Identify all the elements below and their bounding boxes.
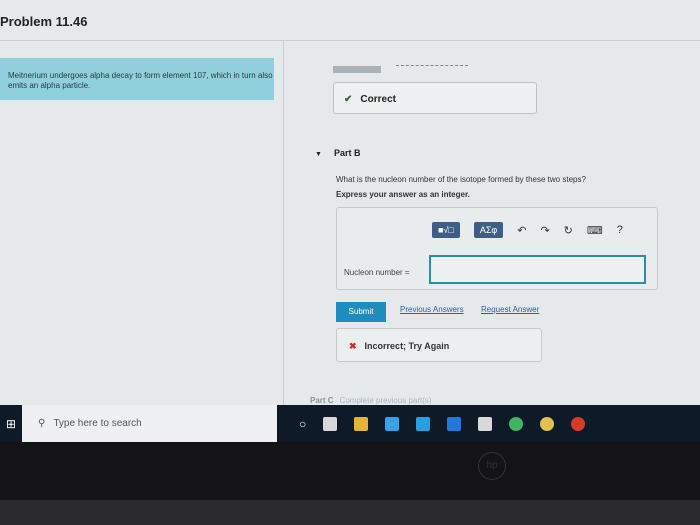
templates-button[interactable]: ■√□ — [432, 222, 460, 238]
symbols-button[interactable]: ΑΣφ — [473, 222, 504, 238]
taskbar-search[interactable]: ⚲ Type here to search — [22, 405, 277, 442]
incorrect-label: Incorrect; Try Again — [364, 341, 450, 351]
incorrect-feedback: ✖ Incorrect; Try Again — [336, 328, 542, 362]
x-icon: ✖ — [349, 341, 357, 351]
app-icon[interactable] — [416, 416, 431, 431]
correct-label: Correct — [360, 94, 396, 105]
submit-button[interactable]: Submit — [336, 302, 386, 322]
part-c-header[interactable]: Part C Complete previous part(s) — [310, 396, 432, 405]
store-icon[interactable] — [354, 416, 369, 431]
windows-start-icon[interactable]: ⊞ — [0, 405, 22, 442]
part-b-label: Part B — [333, 148, 361, 158]
undo-icon[interactable]: ↶ — [517, 224, 526, 237]
help-button[interactable]: ? — [617, 224, 623, 236]
keyboard-edge — [0, 500, 700, 525]
question-text: What is the nucleon number of the isotop… — [336, 175, 586, 184]
instruction-text: Express your answer as an integer. — [336, 190, 470, 199]
dropbox-icon[interactable] — [385, 416, 400, 431]
part-c-status: Complete previous part(s) — [339, 396, 432, 405]
chrome-icon[interactable] — [509, 416, 524, 431]
question: What is the nucleon number of the isotop… — [336, 172, 586, 202]
part-a-bar — [333, 66, 381, 73]
problem-intro: Meitnerium undergoes alpha decay to form… — [0, 58, 274, 100]
page-title: Problem 11.46 — [0, 14, 88, 29]
browser-page: Problem 11.46 Meitnerium undergoes alpha… — [0, 0, 700, 405]
caret-down-icon: ▼ — [315, 151, 322, 158]
taskbar-apps — [306, 416, 586, 431]
request-answer-link[interactable]: Request Answer — [481, 305, 539, 314]
file-explorer-icon[interactable] — [540, 416, 555, 431]
keyboard-icon[interactable]: ⌨ — [587, 224, 603, 237]
task-view-icon[interactable] — [323, 416, 338, 431]
nucleon-number-label: Nucleon number = — [344, 268, 410, 277]
column-divider — [283, 40, 284, 405]
mail-icon[interactable] — [478, 416, 493, 431]
redo-icon[interactable]: ↷ — [540, 224, 549, 237]
search-icon: ⚲ — [38, 418, 46, 429]
taskbar: ⊞ ⚲ Type here to search ○ — [0, 405, 700, 442]
divider — [0, 40, 700, 41]
search-placeholder: Type here to search — [53, 418, 142, 429]
previous-answers-link[interactable]: Previous Answers — [400, 305, 464, 314]
nucleon-number-input[interactable] — [429, 255, 646, 284]
check-icon: ✔ — [344, 94, 353, 105]
cortana-icon[interactable]: ○ — [299, 417, 306, 431]
edge-icon[interactable] — [447, 416, 462, 431]
hp-logo: hp — [478, 452, 506, 480]
firefox-icon[interactable] — [571, 416, 586, 431]
math-toolbar: ■√□ ΑΣφ ↶ ↷ ↻ ⌨ ? — [432, 222, 623, 238]
part-c-label: Part C — [310, 396, 334, 405]
correct-feedback: ✔ Correct — [333, 82, 537, 114]
part-a-answer — [396, 65, 468, 66]
part-b-header[interactable]: ▼ Part B — [315, 148, 360, 158]
reset-icon[interactable]: ↻ — [564, 224, 573, 237]
